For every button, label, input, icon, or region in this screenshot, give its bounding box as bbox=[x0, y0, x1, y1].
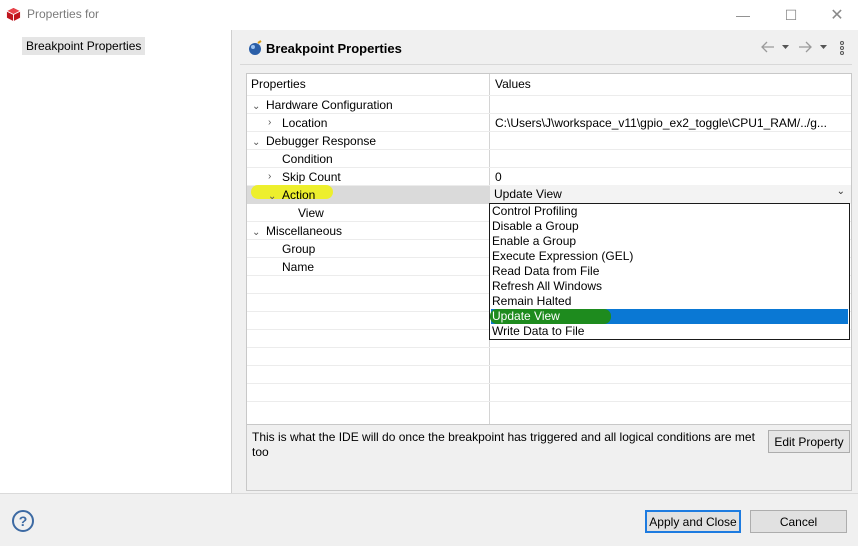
app-cube-icon bbox=[6, 7, 21, 22]
back-arrow-icon[interactable] bbox=[760, 40, 776, 54]
tree-row-location[interactable]: Location bbox=[282, 116, 327, 130]
title-bar: Properties for — ☐ ✕ bbox=[0, 0, 858, 30]
collapse-chevron-icon[interactable]: ⌄ bbox=[252, 137, 260, 148]
back-dropdown-icon[interactable] bbox=[781, 40, 790, 54]
nav-item-breakpoint-properties[interactable]: Breakpoint Properties bbox=[22, 37, 146, 55]
row-divider bbox=[247, 149, 851, 150]
tree-row-debugger-response[interactable]: Debugger Response bbox=[266, 134, 376, 148]
pane-splitter[interactable] bbox=[231, 30, 232, 493]
forward-dropdown-icon[interactable] bbox=[819, 40, 828, 54]
dropdown-option[interactable]: Refresh All Windows bbox=[492, 279, 602, 294]
dropdown-option[interactable]: Enable a Group bbox=[492, 234, 576, 249]
tree-row-miscellaneous[interactable]: Miscellaneous bbox=[266, 224, 342, 238]
maximize-button[interactable]: ☐ bbox=[768, 0, 814, 30]
row-divider bbox=[247, 95, 851, 96]
expand-chevron-icon[interactable]: › bbox=[268, 171, 271, 182]
dropdown-option-selected[interactable]: Update View bbox=[492, 309, 560, 324]
dropdown-option[interactable]: Remain Halted bbox=[492, 294, 571, 309]
collapse-chevron-icon[interactable]: ⌄ bbox=[252, 227, 260, 238]
row-divider bbox=[247, 131, 851, 132]
skip-count-value[interactable]: 0 bbox=[495, 170, 847, 184]
tree-row-skip-count[interactable]: Skip Count bbox=[282, 170, 341, 184]
expand-chevron-icon[interactable]: › bbox=[268, 117, 271, 128]
window-title: Properties for bbox=[27, 7, 100, 21]
forward-arrow-icon[interactable] bbox=[797, 40, 813, 54]
collapse-chevron-icon[interactable]: ⌄ bbox=[252, 101, 260, 112]
dropdown-option[interactable]: Write Data to File bbox=[492, 324, 584, 339]
chevron-down-icon[interactable]: ⌄ bbox=[837, 186, 845, 197]
action-combo-value: Update View bbox=[494, 187, 562, 201]
tree-row-name[interactable]: Name bbox=[282, 260, 314, 274]
row-divider bbox=[247, 401, 851, 402]
dialog-footer: ? Apply and Close Cancel bbox=[0, 493, 858, 546]
dropdown-option[interactable]: Disable a Group bbox=[492, 219, 579, 234]
breakpoint-page-icon bbox=[249, 40, 262, 55]
apply-and-close-button[interactable]: Apply and Close bbox=[645, 510, 741, 533]
tree-row-view[interactable]: View bbox=[298, 206, 324, 220]
tree-row-group[interactable]: Group bbox=[282, 242, 315, 256]
row-divider bbox=[247, 383, 851, 384]
edit-property-button[interactable]: Edit Property bbox=[768, 430, 850, 453]
row-divider bbox=[247, 167, 851, 168]
row-divider bbox=[247, 347, 851, 348]
row-divider bbox=[247, 113, 851, 114]
nav-pane: Breakpoint Properties bbox=[0, 30, 231, 493]
action-dropdown-list: Control Profiling Disable a Group Enable… bbox=[489, 203, 850, 340]
property-description: This is what the IDE will do once the br… bbox=[252, 430, 755, 459]
collapse-chevron-icon[interactable]: ⌄ bbox=[268, 191, 276, 202]
dropdown-option[interactable]: Execute Expression (GEL) bbox=[492, 249, 633, 264]
tree-row-condition[interactable]: Condition bbox=[282, 152, 333, 166]
row-divider bbox=[247, 365, 851, 366]
description-panel: This is what the IDE will do once the br… bbox=[246, 425, 852, 491]
tree-row-hardware-configuration[interactable]: Hardware Configuration bbox=[266, 98, 393, 112]
dropdown-option[interactable]: Control Profiling bbox=[492, 204, 577, 219]
column-header-properties[interactable]: Properties bbox=[251, 77, 306, 91]
tree-row-action[interactable]: Action bbox=[282, 188, 315, 202]
column-header-values[interactable]: Values bbox=[495, 77, 531, 91]
close-button[interactable]: ✕ bbox=[814, 0, 858, 30]
header-separator bbox=[240, 64, 852, 65]
cancel-button[interactable]: Cancel bbox=[750, 510, 847, 533]
minimize-button[interactable]: — bbox=[720, 0, 766, 30]
page-title: Breakpoint Properties bbox=[266, 41, 402, 56]
view-menu-icon[interactable] bbox=[838, 40, 846, 56]
dropdown-option[interactable]: Read Data from File bbox=[492, 264, 599, 279]
help-icon[interactable]: ? bbox=[12, 510, 34, 532]
location-value[interactable]: C:\Users\J\workspace_v11\gpio_ex2_toggle… bbox=[495, 116, 847, 130]
action-combo[interactable]: Update View ⌄ bbox=[490, 185, 851, 204]
